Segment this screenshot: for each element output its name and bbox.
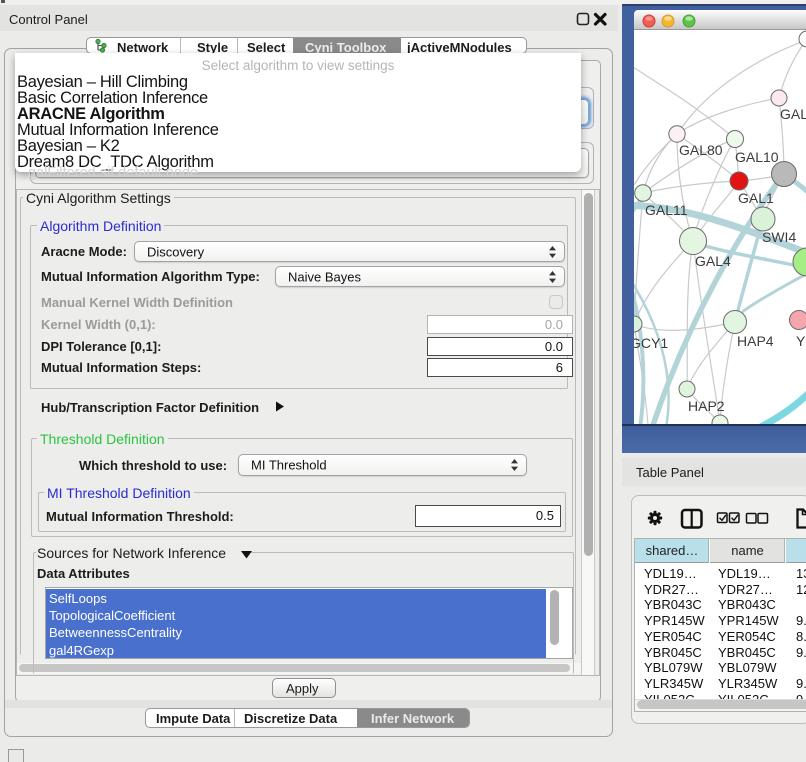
svg-text:GAL11: GAL11 [645, 202, 688, 218]
svg-text:GAL1: GAL1 [738, 190, 774, 206]
svg-text:Y: Y [796, 333, 806, 349]
svg-text:GAL: GAL [780, 106, 806, 122]
svg-text:GCY1: GCY1 [634, 335, 668, 351]
svg-text:HAP4: HAP4 [737, 333, 774, 349]
svg-text:GAL4: GAL4 [695, 253, 731, 269]
svg-text:HAP2: HAP2 [688, 398, 725, 414]
svg-text:GAL10: GAL10 [735, 149, 779, 165]
svg-text:SWI4: SWI4 [762, 229, 796, 245]
svg-text:GAL80: GAL80 [679, 142, 723, 158]
